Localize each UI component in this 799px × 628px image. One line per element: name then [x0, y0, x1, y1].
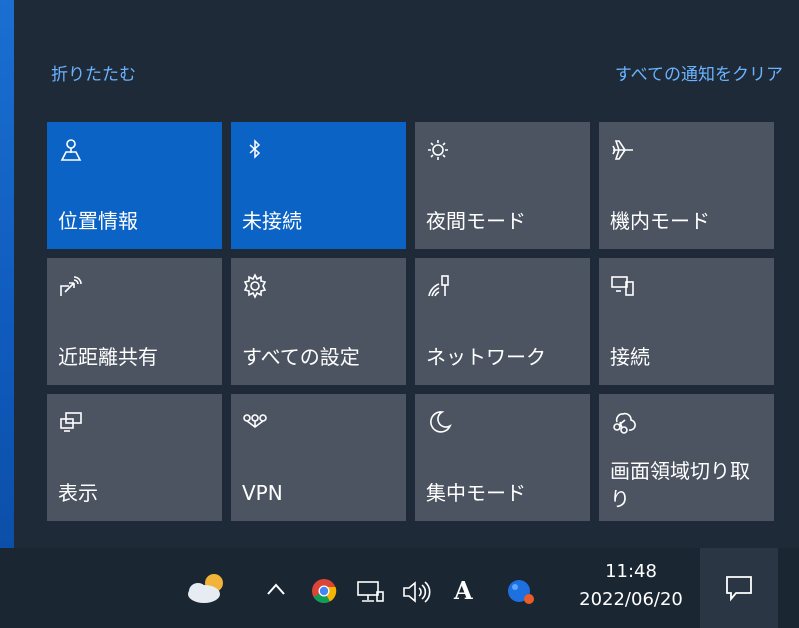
snip-icon [609, 408, 637, 436]
tile-label: 未接続 [242, 209, 302, 233]
project-icon [57, 408, 85, 436]
chevron-up-icon[interactable] [266, 582, 286, 596]
tile-vpn[interactable]: VPN [231, 394, 406, 521]
tile-location[interactable]: 位置情報 [47, 122, 222, 249]
clear-all-notifications-link[interactable]: すべての通知をクリア [615, 60, 783, 85]
tile-label: 表示 [58, 481, 98, 505]
tile-label: 画面領域切り取り [610, 459, 750, 511]
network-status-icon[interactable] [355, 579, 385, 605]
tile-network[interactable]: ネットワーク [415, 258, 590, 385]
clock-date: 2022/06/20 [579, 589, 683, 610]
tile-label: 夜間モード [426, 209, 526, 233]
tile-all-settings[interactable]: すべての設定 [231, 258, 406, 385]
tile-connect[interactable]: 接続 [599, 258, 774, 385]
notification-button[interactable] [700, 548, 778, 628]
tile-bluetooth[interactable]: 未接続 [231, 122, 406, 249]
collapse-link[interactable]: 折りたたむ [51, 60, 136, 85]
network-icon [425, 272, 453, 300]
tile-screen-snip[interactable]: 画面領域切り取り [599, 394, 774, 521]
tile-label: 接続 [610, 345, 650, 369]
tile-label: ネットワーク [426, 345, 546, 369]
desktop-background [0, 0, 14, 548]
volume-icon[interactable] [401, 579, 433, 605]
location-icon [57, 136, 85, 164]
taskbar: A 11:48 2022/06/20 [0, 548, 799, 628]
clock-time: 11:48 [605, 561, 657, 582]
tile-label: 集中モード [426, 481, 526, 505]
tile-project[interactable]: 表示 [47, 394, 222, 521]
vpn-icon [241, 408, 269, 436]
tile-label: すべての設定 [242, 345, 360, 369]
tile-label: 機内モード [610, 209, 710, 233]
bluetooth-icon [241, 136, 269, 164]
tile-label: 位置情報 [58, 209, 138, 233]
action-center-panel: 折りたたむ すべての通知をクリア 位置情報 未接続 夜間モード 機内モード 近距… [14, 0, 799, 548]
tile-night-light[interactable]: 夜間モード [415, 122, 590, 249]
tile-focus-assist[interactable]: 集中モード [415, 394, 590, 521]
app-icon[interactable] [507, 578, 537, 606]
night-light-icon [425, 136, 453, 164]
moon-icon [425, 408, 453, 436]
notification-icon [724, 574, 754, 606]
tile-label: VPN [242, 481, 283, 505]
gear-icon [241, 272, 269, 300]
chrome-icon[interactable] [311, 578, 337, 604]
airplane-icon [609, 136, 637, 164]
clock[interactable]: 11:48 2022/06/20 [556, 558, 706, 614]
tile-nearby-sharing[interactable]: 近距離共有 [47, 258, 222, 385]
tile-airplane-mode[interactable]: 機内モード [599, 122, 774, 249]
nearby-share-icon [57, 272, 85, 300]
ime-icon[interactable]: A [454, 576, 473, 606]
weather-icon[interactable] [184, 570, 230, 606]
connect-icon [609, 272, 637, 300]
quick-actions-grid: 位置情報 未接続 夜間モード 機内モード 近距離共有 すべての設定 ネットワーク… [47, 122, 774, 521]
tile-label: 近距離共有 [58, 345, 158, 369]
